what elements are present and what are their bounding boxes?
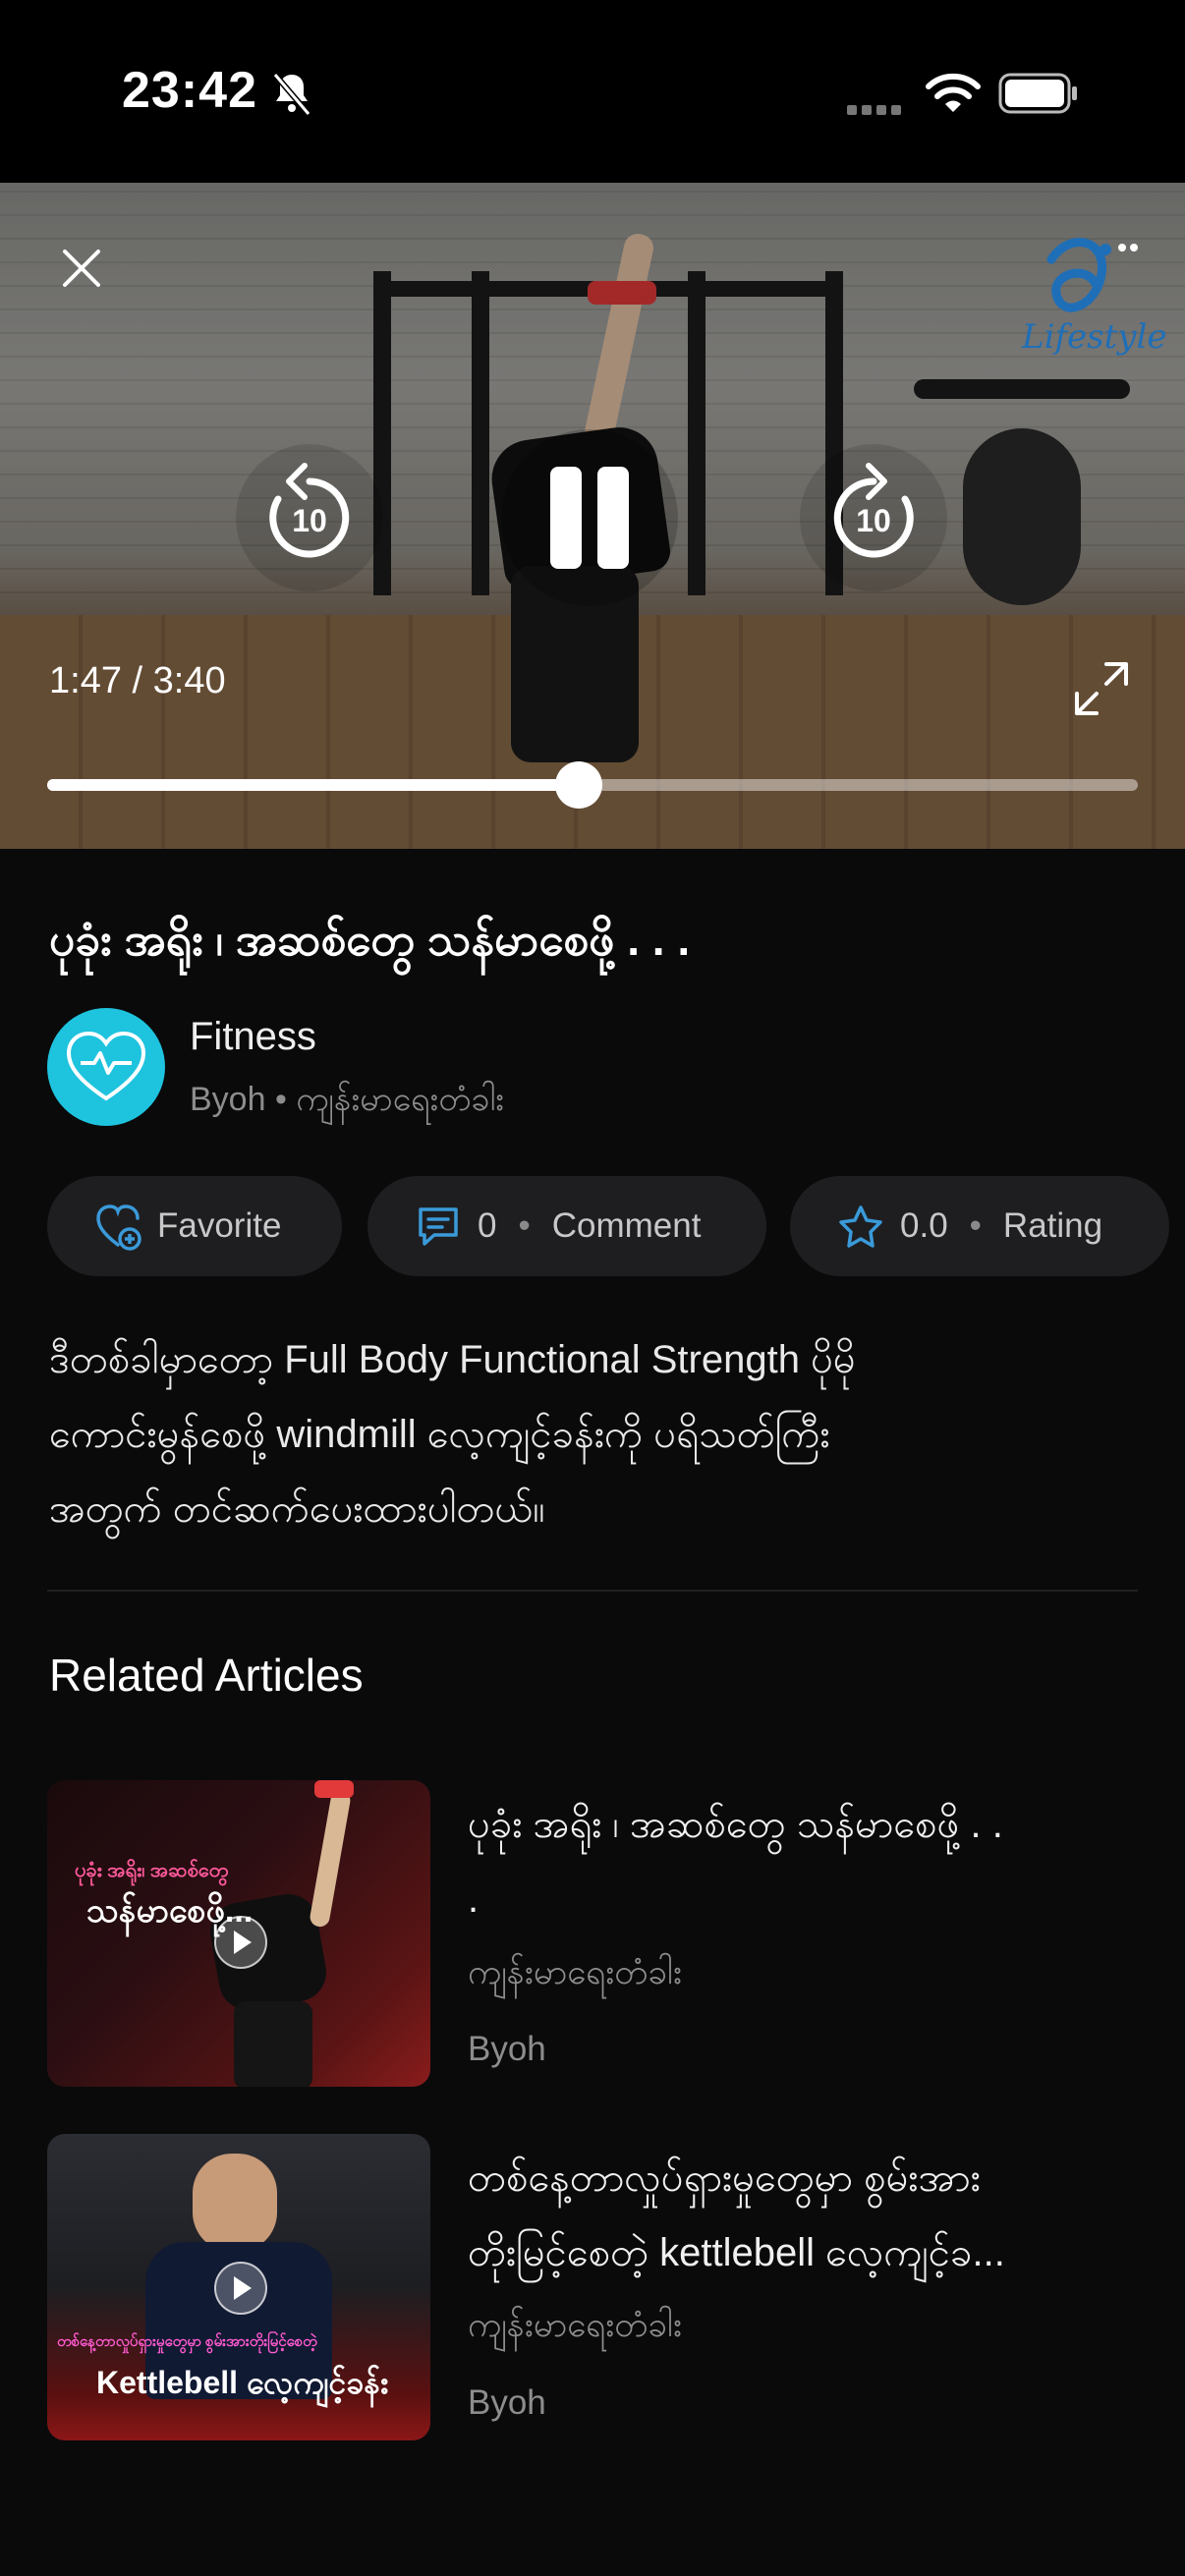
svg-text:10: 10 — [292, 503, 327, 538]
rating-value: 0.0 — [900, 1206, 948, 1245]
close-icon[interactable] — [47, 234, 116, 303]
wifi-icon — [926, 73, 981, 112]
pause-icon — [550, 467, 629, 569]
thumbnail-overlay-text: တစ်နေ့တာလှုပ်ရှားမှုတွေမှာ စွမ်းအားတိုးမ… — [57, 2333, 317, 2350]
fullscreen-icon[interactable] — [1067, 654, 1136, 723]
video-description: ဒီတစ်ခါမှာတော့ Full Body Functional Stre… — [49, 1322, 1140, 1546]
thumbnail-overlay-text: Kettlebell လေ့ကျင့်ခန်း — [96, 2365, 389, 2400]
related-category: ကျန်းမာရေးတံခါး — [468, 2306, 682, 2344]
heart-add-icon — [96, 1204, 141, 1251]
related-thumbnail[interactable]: ပုခုံး အရိုး၊ အဆစ်တွေ သန်မာစေဖို့... — [47, 1780, 430, 2087]
comment-label: Comment — [551, 1206, 702, 1245]
rewind-icon: 10 — [269, 463, 350, 558]
signal-icon — [847, 102, 906, 120]
heart-pulse-icon — [66, 1031, 146, 1101]
pause-button[interactable] — [501, 429, 678, 606]
description-line: ကောင်းမွန်စေဖို့ windmill လေ့ကျင့်ခန်းကိ… — [49, 1413, 830, 1456]
divider — [47, 1590, 1138, 1592]
status-time: 23:42 — [122, 62, 257, 119]
star-icon — [839, 1205, 882, 1248]
channel-avatar[interactable] — [47, 1008, 165, 1126]
lifestyle-logo: Lifestyle — [1021, 238, 1166, 357]
related-author: Byoh — [468, 2383, 546, 2422]
forward-10-button[interactable]: 10 — [800, 444, 947, 591]
status-bar: 23:42 — [0, 0, 1185, 183]
description-line: အတွက် တင်ဆက်ပေးထားပါတယ်။ — [49, 1487, 545, 1531]
svg-text:10: 10 — [856, 503, 891, 538]
related-heading: Related Articles — [49, 1650, 364, 1701]
related-title[interactable]: တစ်နေ့တာလှုပ်ရှားမှုတွေမှာ စွမ်းအား တိုး… — [468, 2141, 1146, 2290]
timecode: 1:47 / 3:40 — [49, 660, 226, 701]
rating-label: Rating — [1002, 1206, 1103, 1245]
video-player[interactable]: Lifestyle 10 10 1:47 / 3:40 — [0, 183, 1185, 849]
seek-bar-progress — [47, 779, 579, 791]
comment-button[interactable]: 0 • Comment — [367, 1176, 766, 1276]
favorite-label: Favorite — [157, 1206, 282, 1245]
rewind-10-button[interactable]: 10 — [236, 444, 383, 591]
video-title: ပုခုံး အရိုး ၊ အဆစ်တွေ သန်မာစေဖို့ . . . — [49, 914, 691, 965]
favorite-button[interactable]: Favorite — [47, 1176, 342, 1276]
thumbnail-overlay-text: ပုခုံး အရိုး၊ အဆစ်တွေ — [75, 1860, 229, 1881]
rating-button[interactable]: 0.0 • Rating — [790, 1176, 1169, 1276]
seek-bar[interactable] — [47, 761, 1138, 809]
related-author: Byoh — [468, 2030, 546, 2068]
play-icon — [214, 1916, 267, 1969]
comment-icon — [419, 1207, 458, 1246]
channel-meta: Byoh • ကျန်းမာရေးတံခါး — [190, 1081, 504, 1118]
related-title[interactable]: ပုခုံး အရိုး ၊ အဆစ်တွေ သန်မာစေဖို့ . . . — [468, 1787, 1146, 1936]
forward-icon: 10 — [833, 463, 914, 558]
related-category: ကျန်းမာရေးတံခါး — [468, 1953, 682, 1991]
channel-name[interactable]: Fitness — [190, 1015, 316, 1059]
comment-count: 0 — [478, 1206, 497, 1245]
battery-icon — [998, 73, 1077, 114]
seek-bar-thumb[interactable] — [554, 761, 602, 809]
related-thumbnail[interactable]: တစ်နေ့တာလှုပ်ရှားမှုတွေမှာ စွမ်းအားတိုးမ… — [47, 2134, 430, 2440]
description-line: ဒီတစ်ခါမှာတော့ Full Body Functional Stre… — [49, 1338, 856, 1381]
bell-muted-icon — [272, 73, 311, 116]
svg-text:Lifestyle: Lifestyle — [1021, 317, 1166, 357]
play-icon — [214, 2262, 267, 2315]
